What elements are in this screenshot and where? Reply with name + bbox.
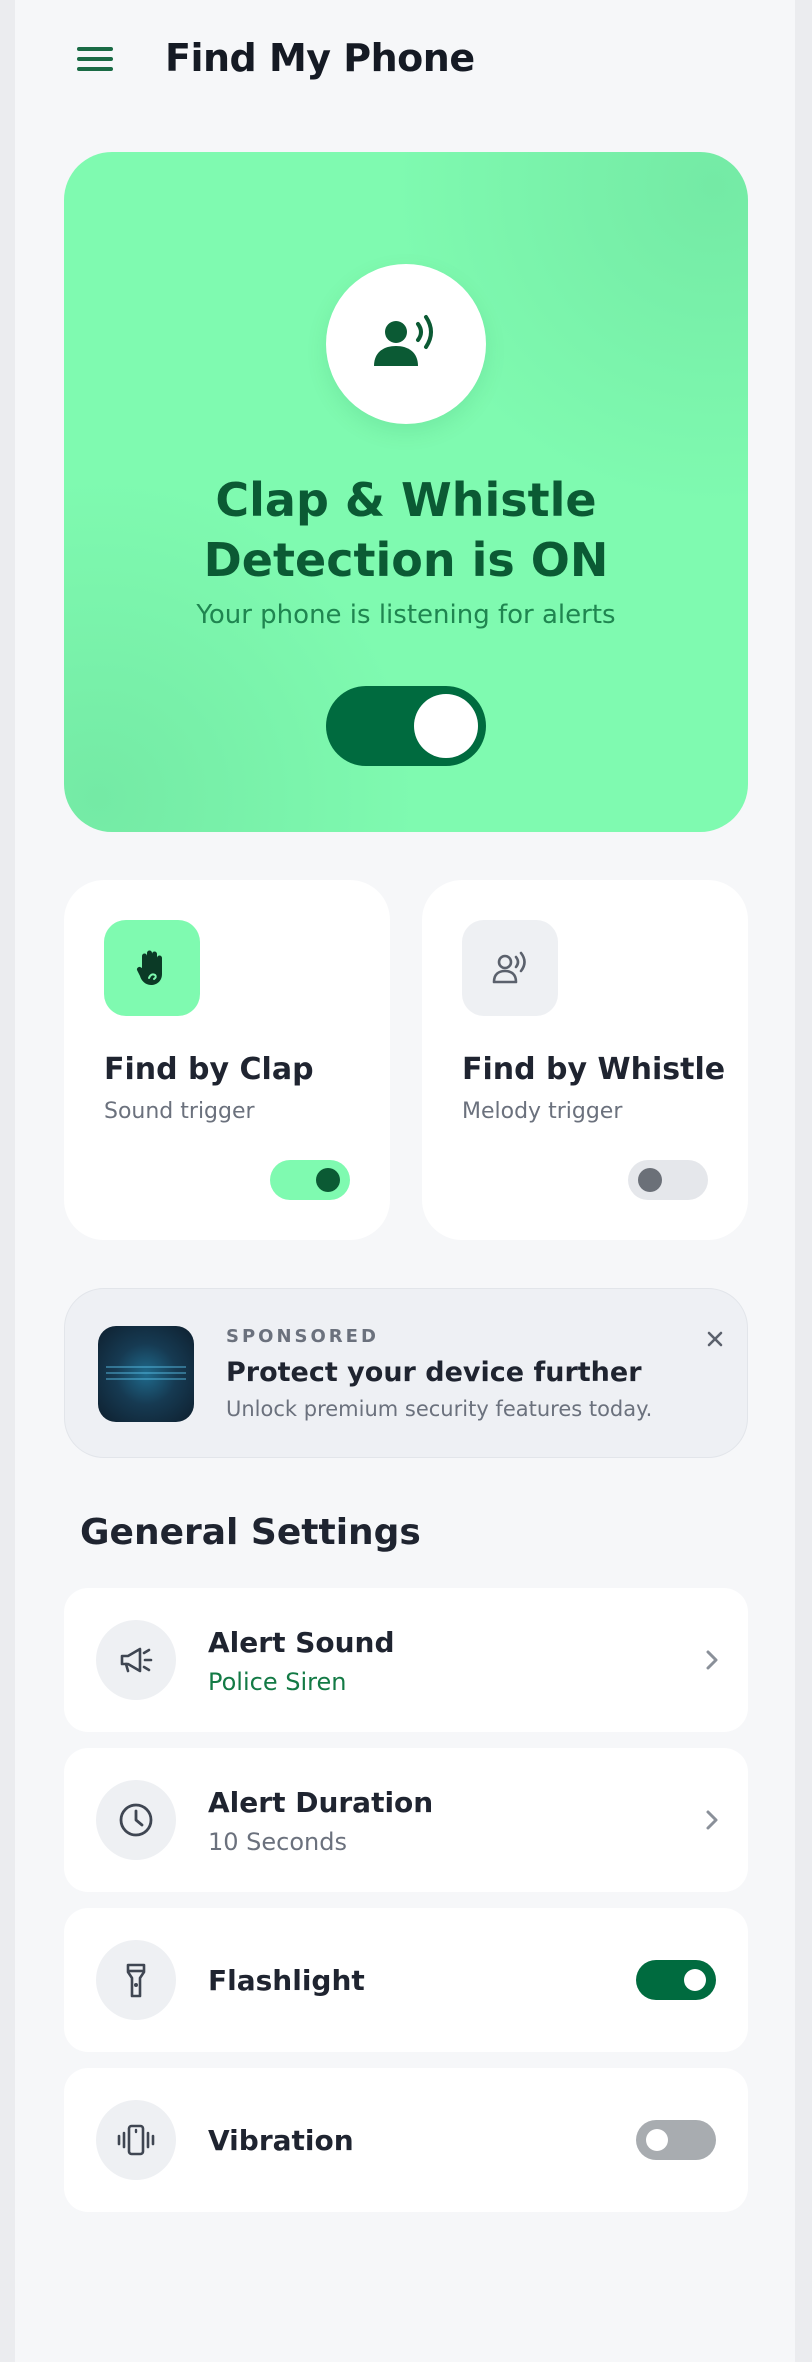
sponsored-banner[interactable]: SPONSORED Protect your device further Un…	[64, 1288, 748, 1458]
detection-status-title-line2: Detection is ON	[203, 533, 609, 587]
app-screen: Find My Phone Clap & Whistle Detection i…	[15, 0, 795, 2362]
menu-icon[interactable]	[77, 42, 125, 78]
vibration-title: Vibration	[208, 2124, 354, 2157]
alert-sound-title: Alert Sound	[208, 1626, 395, 1659]
flashlight-setting[interactable]: Flashlight	[64, 1908, 748, 2052]
ad-thumbnail	[98, 1326, 194, 1422]
general-settings-heading: General Settings	[80, 1512, 421, 1553]
find-by-clap-card[interactable]: Find by Clap Sound trigger	[64, 880, 390, 1240]
find-by-whistle-card[interactable]: Find by Whistle Melody trigger	[422, 880, 748, 1240]
toggle-knob	[646, 2129, 668, 2151]
hand-icon	[104, 920, 200, 1016]
detection-status-subtitle: Your phone is listening for alerts	[196, 600, 616, 630]
alert-sound-value: Police Siren	[208, 1668, 347, 1696]
whistle-toggle[interactable]	[628, 1160, 708, 1200]
flashlight-icon	[96, 1940, 176, 2020]
find-by-whistle-subtitle: Melody trigger	[462, 1099, 623, 1124]
sponsored-label: SPONSORED	[226, 1326, 379, 1347]
close-icon[interactable]	[701, 1325, 729, 1353]
top-app-bar: Find My Phone	[15, 0, 795, 130]
toggle-knob	[316, 1168, 340, 1192]
megaphone-icon	[96, 1620, 176, 1700]
flashlight-toggle[interactable]	[636, 1960, 716, 2000]
alert-duration-title: Alert Duration	[208, 1786, 434, 1819]
find-by-clap-title: Find by Clap	[104, 1052, 314, 1087]
find-by-clap-subtitle: Sound trigger	[104, 1099, 255, 1124]
toggle-knob	[684, 1969, 706, 1991]
toggle-knob	[638, 1168, 662, 1192]
vibration-setting[interactable]: Vibration	[64, 2068, 748, 2212]
find-by-whistle-title: Find by Whistle	[462, 1052, 726, 1087]
ad-description: Unlock premium security features today.	[226, 1397, 653, 1421]
vibration-icon	[96, 2100, 176, 2180]
clap-toggle[interactable]	[270, 1160, 350, 1200]
voice-detect-icon	[326, 264, 486, 424]
flashlight-title: Flashlight	[208, 1964, 365, 1997]
detection-master-toggle[interactable]	[326, 686, 486, 766]
detection-status-title: Clap & Whistle Detection is ON	[64, 470, 748, 590]
clock-icon	[96, 1780, 176, 1860]
vibration-toggle[interactable]	[636, 2120, 716, 2160]
alert-sound-setting[interactable]: Alert Sound Police Siren	[64, 1588, 748, 1732]
toggle-knob	[414, 694, 478, 758]
app-title: Find My Phone	[165, 36, 475, 80]
ad-title: Protect your device further	[226, 1357, 642, 1388]
chevron-right-icon[interactable]	[696, 1644, 728, 1676]
detection-status-title-line1: Clap & Whistle	[215, 473, 597, 527]
whistle-icon	[462, 920, 558, 1016]
detection-status-card: Clap & Whistle Detection is ON Your phon…	[64, 152, 748, 832]
alert-duration-setting[interactable]: Alert Duration 10 Seconds	[64, 1748, 748, 1892]
chevron-right-icon[interactable]	[696, 1804, 728, 1836]
alert-duration-value: 10 Seconds	[208, 1828, 347, 1856]
